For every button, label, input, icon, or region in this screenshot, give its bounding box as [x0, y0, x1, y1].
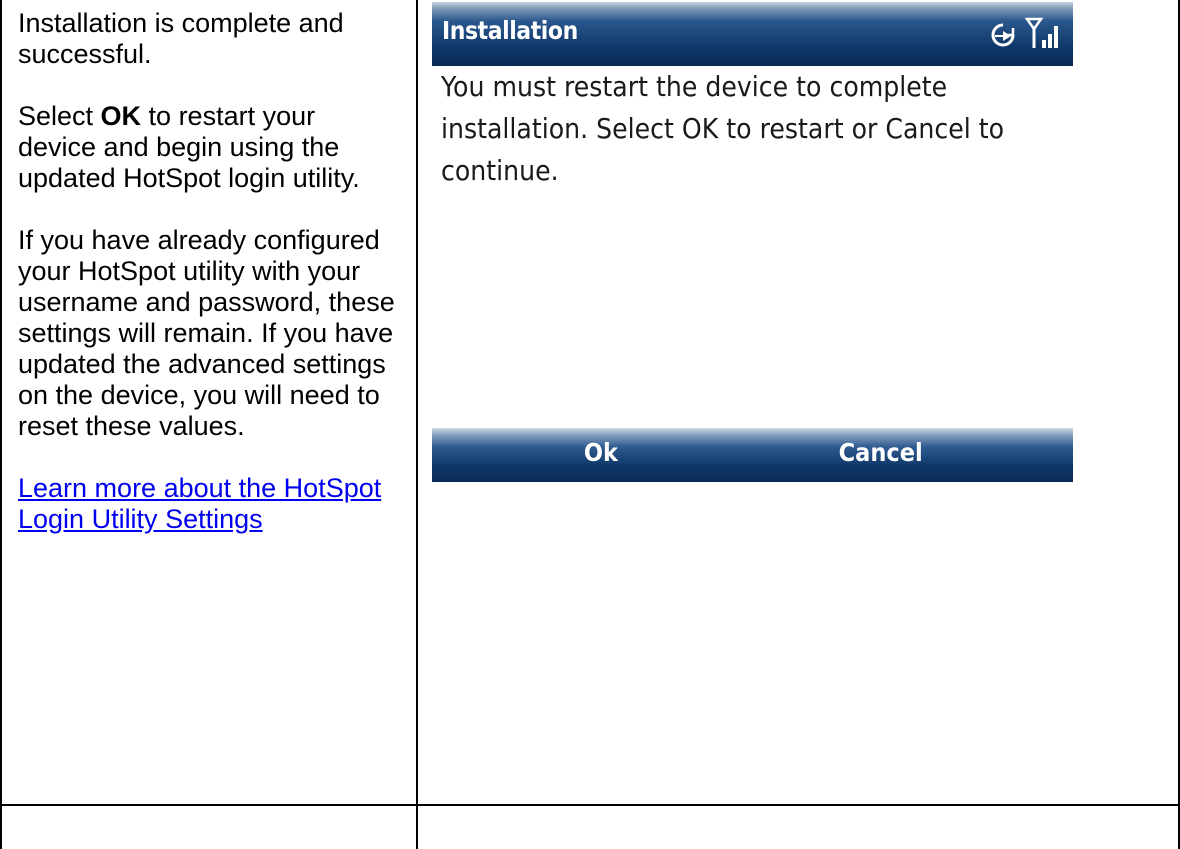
device-message: You must restart the device to complete … [432, 66, 1071, 426]
instruction-settings-note: If you have already configured your HotS… [18, 225, 395, 441]
status-icons [989, 16, 1063, 50]
instruction-select-ok: Select OK to restart your device and beg… [18, 101, 398, 194]
device-title-bar: Installation [432, 2, 1073, 66]
cancel-softkey[interactable]: Cancel [839, 438, 923, 467]
instructions-cell: Installation is complete and successful.… [18, 8, 398, 535]
table-row-divider [0, 804, 1180, 806]
device-screenshot: Installation You must restart the device… [432, 2, 1073, 482]
ok-softkey[interactable]: Ok [584, 438, 618, 467]
instruction-complete: Installation is complete and successful. [18, 8, 344, 69]
softkey-bar: Ok Cancel [432, 428, 1073, 482]
table-border-left [0, 0, 2, 849]
signal-strength-icon [1025, 16, 1063, 50]
learn-more-link[interactable]: Learn more about the HotSpot Login Utili… [18, 473, 398, 535]
device-title: Installation [442, 16, 578, 45]
instruction-select-prefix: Select [18, 101, 101, 131]
table-column-divider [416, 0, 418, 849]
sync-icon [989, 20, 1019, 50]
instruction-ok-bold: OK [100, 101, 142, 131]
